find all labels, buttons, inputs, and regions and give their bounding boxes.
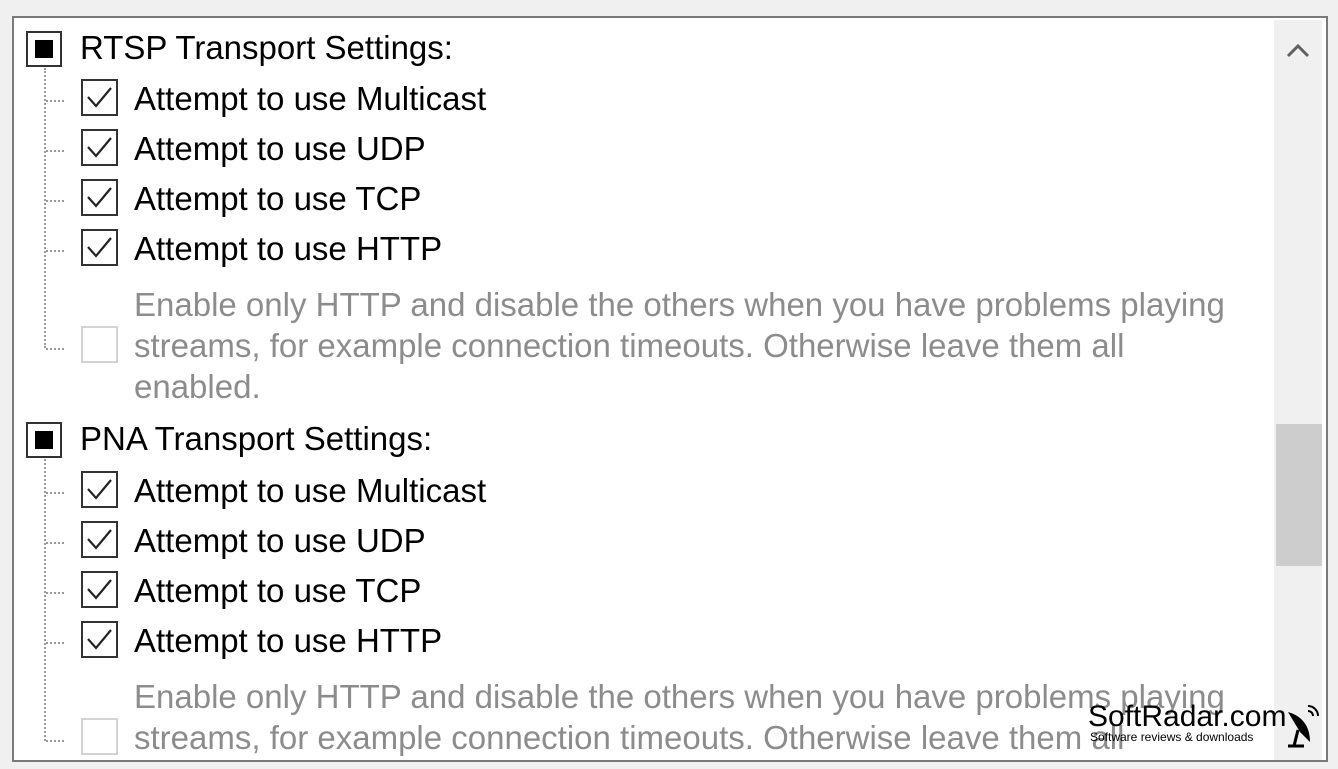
checkmark-icon bbox=[87, 629, 112, 650]
watermark-title: SoftRadar.com bbox=[1088, 700, 1287, 733]
pna-group-title: PNA Transport Settings: bbox=[80, 420, 433, 457]
tree-branch bbox=[46, 642, 64, 644]
indeterminate-fill bbox=[35, 431, 53, 449]
checkmark-icon bbox=[87, 529, 112, 550]
pna-note-line-2: streams, for example connection timeouts… bbox=[134, 719, 1125, 756]
pna-udp-label: Attempt to use UDP bbox=[134, 522, 426, 559]
checkmark-icon bbox=[87, 137, 112, 158]
rtsp-http-checkbox[interactable] bbox=[81, 229, 118, 266]
rtsp-udp-checkbox[interactable] bbox=[81, 129, 118, 166]
tree-branch bbox=[46, 348, 64, 350]
rtsp-tcp-label: Attempt to use TCP bbox=[134, 180, 422, 217]
transport-settings-panel: RTSP Transport Settings: Attempt to use … bbox=[12, 16, 1328, 762]
rtsp-multicast-label: Attempt to use Multicast bbox=[134, 80, 487, 117]
pna-tcp-label: Attempt to use TCP bbox=[134, 572, 422, 609]
tree-line bbox=[44, 459, 46, 741]
vertical-scrollbar[interactable] bbox=[1274, 20, 1322, 760]
checkmark-icon bbox=[87, 479, 112, 500]
watermark-subtitle: Software reviews & downloads bbox=[1090, 730, 1254, 744]
rtsp-note-line-1: Enable only HTTP and disable the others … bbox=[134, 286, 1225, 323]
checkmark-icon bbox=[87, 237, 112, 258]
pna-udp-checkbox[interactable] bbox=[81, 521, 118, 558]
rtsp-note-line-3: enabled. bbox=[134, 368, 261, 405]
rtsp-http-label: Attempt to use HTTP bbox=[134, 230, 443, 267]
scrollbar-thumb[interactable] bbox=[1276, 424, 1322, 566]
pna-group-toggle[interactable] bbox=[26, 422, 62, 458]
checkmark-icon bbox=[87, 579, 112, 600]
pna-note-checkbox bbox=[81, 718, 118, 755]
pna-multicast-checkbox[interactable] bbox=[81, 471, 118, 508]
rtsp-tcp-checkbox[interactable] bbox=[81, 179, 118, 216]
tree-branch bbox=[46, 592, 64, 594]
pna-http-checkbox[interactable] bbox=[81, 621, 118, 658]
tree-branch bbox=[46, 542, 64, 544]
checkmark-icon bbox=[87, 187, 112, 208]
softradar-watermark: SoftRadar.com Software reviews & downloa… bbox=[1088, 700, 1338, 760]
rtsp-group-title: RTSP Transport Settings: bbox=[80, 29, 453, 66]
scroll-up-button[interactable] bbox=[1274, 20, 1322, 82]
rtsp-multicast-checkbox[interactable] bbox=[81, 79, 118, 116]
tree-line bbox=[44, 68, 46, 348]
tree-branch bbox=[46, 250, 64, 252]
pna-http-label: Attempt to use HTTP bbox=[134, 622, 443, 659]
tree-branch bbox=[46, 740, 64, 742]
checkmark-icon bbox=[87, 87, 112, 108]
rtsp-udp-label: Attempt to use UDP bbox=[134, 130, 426, 167]
chevron-up-icon bbox=[1286, 43, 1310, 58]
pna-multicast-label: Attempt to use Multicast bbox=[134, 472, 487, 509]
tree-branch bbox=[46, 150, 64, 152]
rtsp-note-checkbox bbox=[81, 326, 118, 363]
rtsp-note-line-2: streams, for example connection timeouts… bbox=[134, 327, 1125, 364]
indeterminate-fill bbox=[35, 40, 53, 58]
tree-branch bbox=[46, 200, 64, 202]
rtsp-group-toggle[interactable] bbox=[26, 31, 62, 67]
tree-branch bbox=[46, 492, 64, 494]
satellite-dish-icon bbox=[1288, 705, 1319, 748]
pna-tcp-checkbox[interactable] bbox=[81, 571, 118, 608]
pna-note-line-1: Enable only HTTP and disable the others … bbox=[134, 678, 1225, 715]
tree-branch bbox=[46, 100, 64, 102]
